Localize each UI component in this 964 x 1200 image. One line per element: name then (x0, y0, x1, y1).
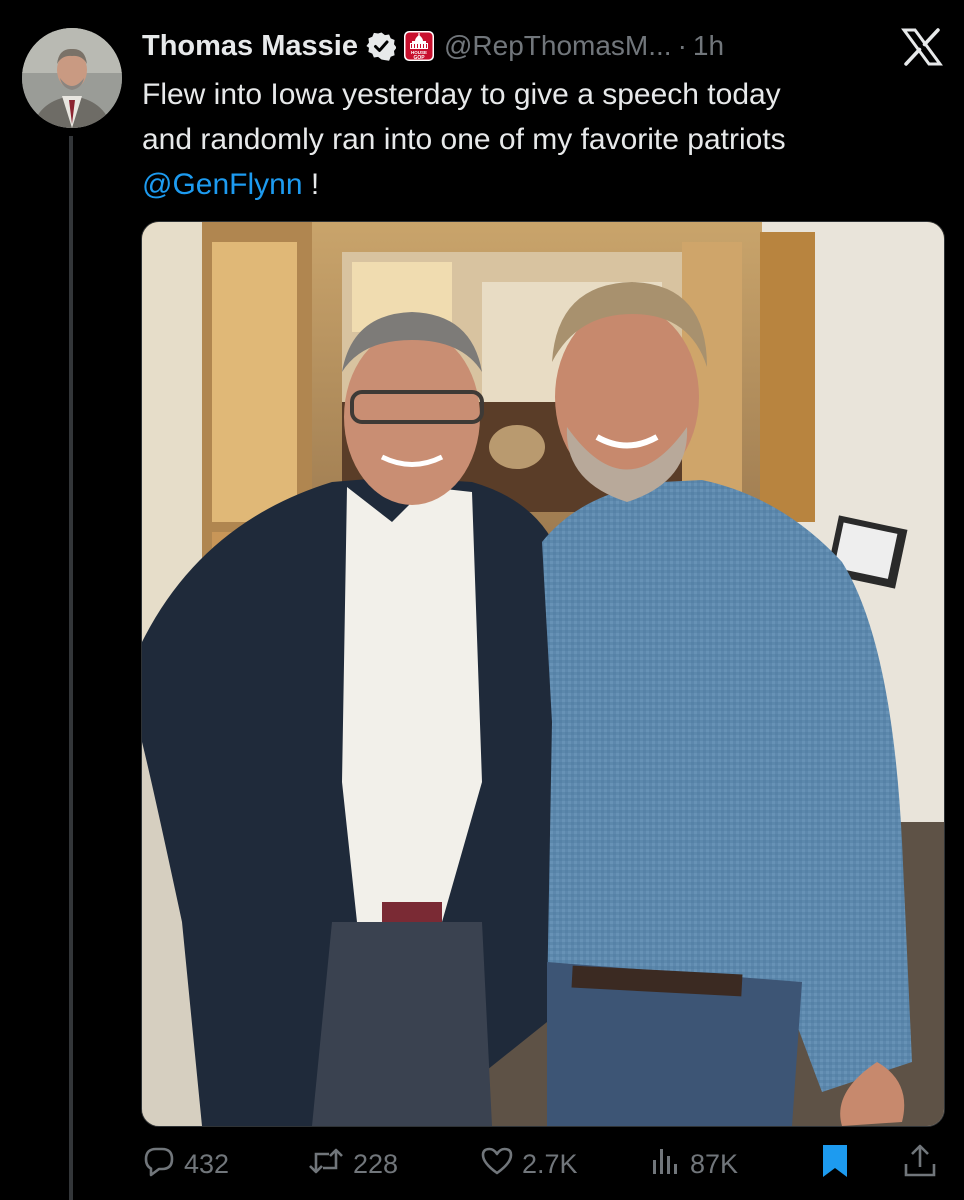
heart-icon (480, 1144, 522, 1185)
reply-bubble-icon (142, 1144, 184, 1185)
views-button[interactable]: 87K (648, 1142, 738, 1186)
share-icon (902, 1142, 946, 1187)
bookmark-button[interactable] (818, 1142, 860, 1186)
views-count: 87K (690, 1148, 739, 1179)
avatar-photo (22, 28, 122, 128)
tweet-text-line-3: @GenFlynn ! (142, 162, 932, 207)
share-button[interactable] (902, 1142, 946, 1186)
reply-button[interactable]: 432 (142, 1142, 229, 1186)
like-button[interactable]: 2.7K (480, 1142, 578, 1186)
tweet-text-line-1: Flew into Iowa yesterday to give a speec… (142, 78, 781, 111)
tweet-actions: 432 228 2.7K 87K (142, 1142, 942, 1186)
tweet-photo[interactable] (141, 221, 945, 1127)
author-name[interactable]: Thomas Massie (142, 30, 358, 63)
house-gop-capitol-icon[interactable]: HOUSE GOP (403, 31, 434, 61)
svg-text:GOP: GOP (413, 55, 425, 61)
tweet-timestamp[interactable]: 1h (693, 30, 724, 62)
author-avatar[interactable] (22, 28, 122, 128)
author-handle[interactable]: @RepThomasM... (444, 30, 672, 62)
x-close-icon[interactable] (900, 28, 944, 66)
thread-line (69, 136, 73, 1200)
like-count: 2.7K (522, 1148, 578, 1179)
repost-button[interactable]: 228 (307, 1142, 398, 1186)
photo-two-men-restaurant (142, 222, 944, 1126)
verified-badge-icon (366, 31, 397, 61)
tweet-text-end: ! (302, 168, 320, 201)
views-bars-icon (648, 1144, 690, 1185)
repost-count: 228 (353, 1148, 399, 1179)
tweet-text: Flew into Iowa yesterday to give a speec… (142, 72, 932, 207)
bookmark-icon (818, 1142, 860, 1187)
repost-icon (307, 1144, 353, 1185)
reply-count: 432 (184, 1148, 230, 1179)
mention-link[interactable]: @GenFlynn (142, 168, 303, 201)
header-separator: · (677, 30, 687, 61)
tweet-text-line-2: and randomly ran into one of my favorite… (142, 123, 786, 156)
tweet-header: Thomas Massie HOUSE GOP @RepThomasM... ·… (142, 26, 724, 66)
